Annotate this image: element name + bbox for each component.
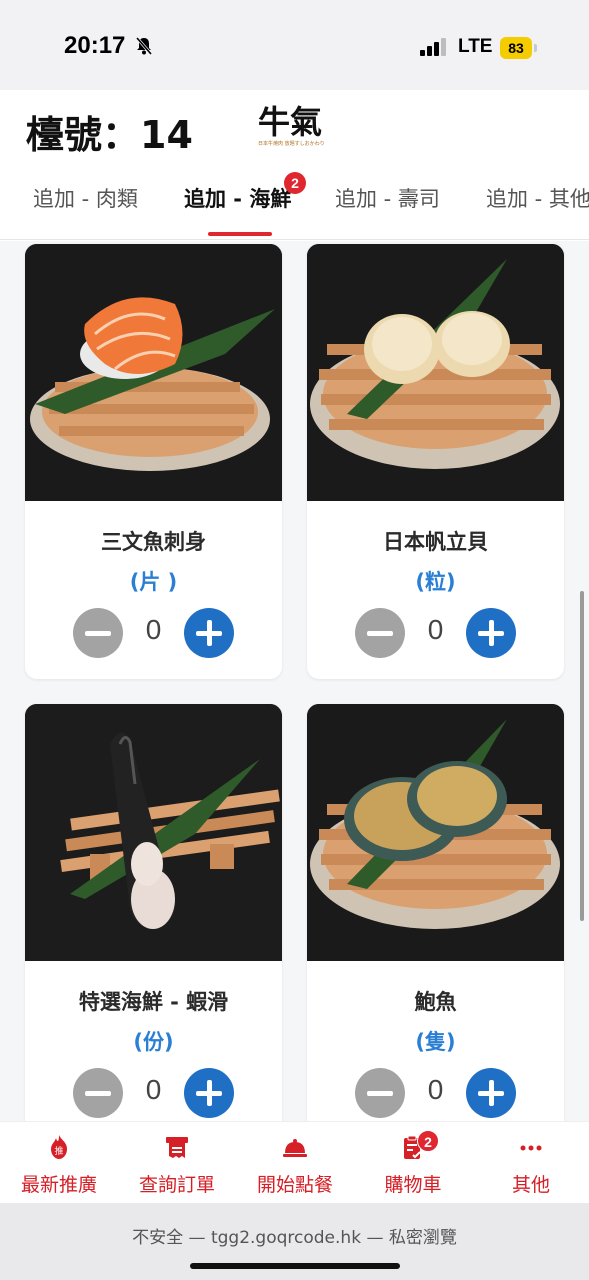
- product-grid: 三文魚刺身 (片 ) 0 日本帆立貝 (粒) 0 特選海鮮 - 蝦滑 (份) 0…: [0, 241, 589, 1121]
- scallop-image: [307, 244, 564, 501]
- bottom-nav: 推 最新推廣 查詢訂單 開始點餐 2 購物車 其他: [0, 1121, 589, 1203]
- increase-button[interactable]: [466, 608, 516, 658]
- product-card: 鮑魚 (隻) 0: [307, 704, 564, 1121]
- tab-sushi[interactable]: 追加 - 壽司: [335, 182, 440, 240]
- abalone-image: [307, 704, 564, 961]
- quantity-stepper: 0: [25, 1066, 282, 1118]
- receipt-icon: [166, 1137, 188, 1158]
- quantity-value: 0: [427, 1074, 444, 1105]
- battery-icon: 83: [500, 37, 537, 59]
- header: 檯號：14 牛氣 日本牛焼肉 放題すしおかわり 追加 - 肉類 追加 - 海鮮 …: [0, 90, 589, 240]
- tab-seafood-badge: 2: [284, 172, 306, 194]
- active-tab-indicator: [208, 232, 272, 236]
- quantity-stepper: 0: [307, 606, 564, 658]
- decrease-button[interactable]: [355, 608, 405, 658]
- decrease-button[interactable]: [355, 1068, 405, 1118]
- nav-label: 最新推廣: [20, 1174, 97, 1196]
- product-card: 日本帆立貝 (粒) 0: [307, 244, 564, 679]
- nav-item-orders[interactable]: 查詢訂單: [118, 1122, 236, 1204]
- svg-text:推: 推: [54, 1145, 63, 1157]
- nav-item-cart[interactable]: 2 購物車: [354, 1122, 472, 1204]
- product-card: 特選海鮮 - 蝦滑 (份) 0: [25, 704, 282, 1121]
- scrollbar[interactable]: [580, 591, 584, 921]
- product-unit: (片 ): [129, 570, 178, 594]
- battery-level: 83: [500, 37, 532, 59]
- nav-label: 查詢訂單: [138, 1174, 215, 1196]
- quantity-value: 0: [427, 614, 444, 645]
- quantity-value: 0: [145, 1074, 162, 1105]
- nav-item-start-order[interactable]: 開始點餐: [236, 1122, 354, 1204]
- decrease-button[interactable]: [73, 608, 123, 658]
- decrease-button[interactable]: [73, 1068, 123, 1118]
- product-name: 日本帆立貝: [383, 530, 488, 554]
- product-name: 鮑魚: [414, 990, 457, 1014]
- increase-button[interactable]: [466, 1068, 516, 1118]
- nav-item-promotions[interactable]: 推 最新推廣: [0, 1122, 118, 1204]
- product-card: 三文魚刺身 (片 ) 0: [25, 244, 282, 679]
- product-unit: (隻): [415, 1030, 456, 1054]
- salmon-sashimi-image: [25, 244, 282, 501]
- home-indicator[interactable]: [190, 1263, 400, 1269]
- shrimp-paste-image: [25, 704, 282, 961]
- table-number: 檯號：14: [26, 113, 193, 157]
- product-name: 特選海鮮 - 蝦滑: [78, 990, 229, 1014]
- quantity-value: 0: [145, 614, 162, 645]
- cloche-icon: [283, 1139, 307, 1157]
- restaurant-logo: 牛氣 日本牛焼肉 放題すしおかわり: [258, 104, 330, 160]
- network-label: LTE: [458, 36, 493, 57]
- increase-button[interactable]: [184, 608, 234, 658]
- product-unit: (份): [133, 1030, 174, 1054]
- status-time: 20:17: [64, 32, 126, 59]
- tab-meat[interactable]: 追加 - 肉類: [33, 182, 138, 240]
- nav-item-more[interactable]: 其他: [472, 1122, 589, 1204]
- logo-subtext: 日本牛焼肉 放題すしおかわり: [258, 141, 325, 147]
- tab-others[interactable]: 追加 - 其他: [486, 182, 589, 240]
- increase-button[interactable]: [184, 1068, 234, 1118]
- more-icon: [520, 1145, 542, 1151]
- signal-icon: [420, 38, 446, 56]
- url-text[interactable]: 不安全 — tgg2.goqrcode.hk — 私密瀏覽: [0, 1223, 589, 1248]
- cart-badge: 2: [417, 1130, 439, 1152]
- quantity-stepper: 0: [25, 606, 282, 658]
- nav-label: 購物車: [384, 1174, 442, 1196]
- bell-muted-icon: [135, 37, 153, 55]
- logo-text: 牛氣: [258, 103, 323, 141]
- nav-label: 開始點餐: [256, 1174, 333, 1196]
- quantity-stepper: 0: [307, 1066, 564, 1118]
- product-unit: (粒): [415, 570, 456, 594]
- product-name: 三文魚刺身: [101, 530, 206, 554]
- browser-url-bar[interactable]: 不安全 — tgg2.goqrcode.hk — 私密瀏覽: [0, 1203, 589, 1280]
- status-bar: 20:17 LTE 83: [0, 0, 589, 90]
- promo-icon: 推: [51, 1135, 67, 1159]
- nav-label: 其他: [511, 1174, 550, 1196]
